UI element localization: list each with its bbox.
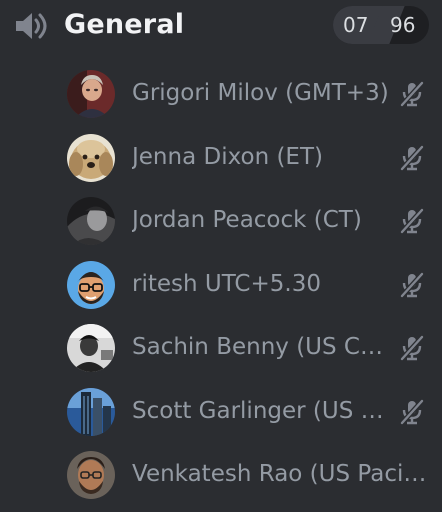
user-avatar — [67, 451, 115, 499]
user-name: Sachin Benny (US Central) — [132, 334, 394, 360]
user-avatar — [67, 324, 115, 372]
user-name: ritesh UTC+5.30 — [132, 270, 321, 297]
user-limit-badge: 07 96 — [333, 6, 429, 44]
user-name: Venkatesh Rao (US Pacific) — [132, 461, 438, 487]
user-avatar — [67, 260, 115, 309]
muted-microphone-icon — [400, 208, 424, 234]
muted-microphone-icon — [400, 335, 424, 361]
voice-user-row[interactable]: Venkatesh Rao (US Pacific) — [0, 443, 442, 507]
voice-user-row[interactable]: Jenna Dixon (ET) — [0, 126, 442, 190]
user-name: Jordan Peacock (CT) — [132, 207, 362, 233]
user-avatar — [67, 387, 115, 436]
voice-user-row[interactable]: Jordan Peacock (CT) — [0, 189, 442, 253]
user-limit: 96 — [390, 13, 416, 37]
voice-user-list: Grigori Milov (GMT+3) Jenna Dixon (ET) J… — [0, 62, 442, 507]
voice-user-row[interactable]: Scott Garlinger (US Eastern) — [0, 380, 442, 444]
muted-microphone-icon — [400, 144, 424, 171]
voice-channel-general[interactable]: General 07 96 — [0, 0, 442, 50]
muted-microphone-icon — [400, 271, 424, 298]
voice-user-row[interactable]: Grigori Milov (GMT+3) — [0, 62, 442, 126]
user-avatar — [67, 197, 115, 245]
voice-user-row[interactable]: Sachin Benny (US Central) — [0, 316, 442, 380]
user-name: Grigori Milov (GMT+3) — [132, 80, 389, 106]
speaker-icon — [16, 13, 47, 39]
channel-name: General — [64, 9, 185, 40]
user-avatar — [67, 133, 115, 182]
user-name: Scott Garlinger (US Eastern) — [132, 397, 394, 424]
user-count: 07 — [343, 13, 369, 37]
voice-user-row[interactable]: ritesh UTC+5.30 — [0, 253, 442, 317]
user-avatar — [67, 70, 115, 118]
muted-microphone-icon — [400, 398, 424, 425]
muted-microphone-icon — [400, 81, 424, 107]
user-name: Jenna Dixon (ET) — [132, 143, 323, 170]
